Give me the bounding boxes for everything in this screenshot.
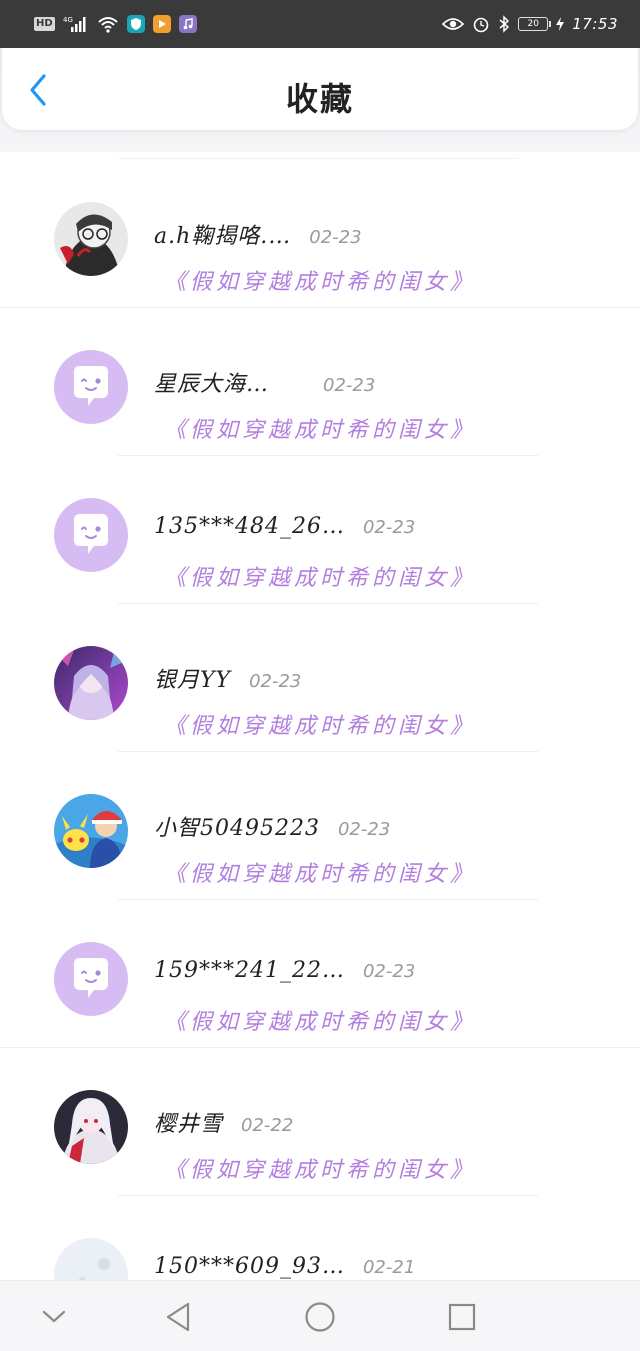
- chevron-down-icon: [42, 1310, 66, 1323]
- clock: 17:53: [572, 15, 618, 33]
- favorite-date: 02-21: [362, 1257, 416, 1278]
- hd-badge: HD: [34, 17, 55, 31]
- shield-app-icon: [126, 15, 145, 33]
- book-title-link[interactable]: 《假如穿越成时希的闺女》: [164, 856, 476, 888]
- hide-nav-button[interactable]: [32, 1295, 76, 1339]
- home-nav-button[interactable]: [298, 1295, 342, 1339]
- recents-square-icon: [448, 1303, 476, 1331]
- user-avatar[interactable]: [54, 646, 128, 720]
- status-bar: HD 4G 20 17:53: [0, 0, 640, 48]
- favorite-date: 02-23: [337, 819, 391, 840]
- user-avatar[interactable]: [54, 794, 128, 868]
- list-item[interactable]: 159***241_22… 02-23 《假如穿越成时希的闺女》: [0, 900, 640, 1048]
- battery-indicator: 20: [518, 17, 552, 31]
- alarm-icon: [472, 15, 490, 33]
- username: 135***484_26…: [154, 514, 345, 539]
- favorite-date: 02-22: [241, 1115, 294, 1136]
- favorite-date: 02-23: [362, 961, 416, 982]
- recents-nav-button[interactable]: [440, 1295, 484, 1339]
- default-chat-avatar-icon: [54, 942, 128, 1016]
- favorite-date: 02-23: [323, 375, 376, 396]
- wifi-icon: [97, 15, 119, 33]
- username: 小智50495223: [154, 816, 320, 841]
- list-item[interactable]: 150***609_93… 02-21: [0, 1196, 640, 1280]
- placeholder-image-icon: [54, 1238, 128, 1280]
- system-nav-bar: [0, 1280, 640, 1351]
- list-item[interactable]: 135***484_26… 02-23 《假如穿越成时希的闺女》: [0, 456, 640, 604]
- username: 150***609_93…: [154, 1254, 345, 1279]
- favorite-date: 02-23: [249, 671, 302, 692]
- book-title-link[interactable]: 《假如穿越成时希的闺女》: [164, 560, 476, 592]
- photo-avatar-image: [54, 794, 128, 868]
- favorites-list[interactable]: a.h鞠揭咯.… 02-23 《假如穿越成时希的闺女》 星辰大海… 02-23 …: [0, 152, 640, 1280]
- home-circle-icon: [305, 1302, 335, 1332]
- header-card: 收藏: [2, 48, 638, 130]
- video-app-icon: [152, 15, 171, 33]
- back-triangle-icon: [166, 1302, 190, 1332]
- photo-avatar-image: [54, 1090, 128, 1164]
- list-item[interactable]: 小智50495223 02-23 《假如穿越成时希的闺女》: [0, 752, 640, 900]
- user-avatar[interactable]: [54, 498, 128, 572]
- photo-avatar-image: [54, 202, 128, 276]
- list-item[interactable]: 银月YY 02-23 《假如穿越成时希的闺女》: [0, 604, 640, 752]
- network-label: 4G: [63, 16, 73, 24]
- list-item[interactable]: 星辰大海… 02-23 《假如穿越成时希的闺女》: [0, 308, 640, 456]
- favorite-date: 02-23: [362, 517, 416, 538]
- user-avatar[interactable]: [54, 202, 128, 276]
- username: a.h鞠揭咯.…: [154, 224, 292, 249]
- page-title: 收藏: [285, 80, 354, 118]
- signal-icon: 4G: [63, 15, 89, 33]
- username: 159***241_22…: [154, 958, 345, 983]
- book-title-link[interactable]: 《假如穿越成时希的闺女》: [164, 264, 476, 296]
- divider: [118, 158, 518, 159]
- charging-icon: [556, 17, 565, 31]
- username: 银月YY: [154, 668, 232, 693]
- list-item[interactable]: 樱井雪 02-22 《假如穿越成时希的闺女》: [0, 1048, 640, 1196]
- username: 星辰大海…: [154, 372, 270, 397]
- default-chat-avatar-icon: [54, 498, 128, 572]
- favorite-date: 02-23: [309, 227, 362, 248]
- eye-icon: [442, 16, 465, 32]
- book-title-link[interactable]: 《假如穿越成时希的闺女》: [164, 412, 476, 444]
- bluetooth-icon: [498, 15, 510, 33]
- back-nav-button[interactable]: [156, 1295, 200, 1339]
- user-avatar[interactable]: [54, 1238, 128, 1280]
- user-avatar[interactable]: [54, 1090, 128, 1164]
- photo-avatar-image: [54, 646, 128, 720]
- book-title-link[interactable]: 《假如穿越成时希的闺女》: [164, 1004, 476, 1036]
- user-avatar[interactable]: [54, 350, 128, 424]
- header: 收藏: [0, 48, 640, 152]
- username: 樱井雪: [154, 1112, 224, 1137]
- music-app-icon: [178, 15, 197, 33]
- user-avatar[interactable]: [54, 942, 128, 1016]
- book-title-link[interactable]: 《假如穿越成时希的闺女》: [164, 1152, 476, 1184]
- default-chat-avatar-icon: [54, 350, 128, 424]
- book-title-link[interactable]: 《假如穿越成时希的闺女》: [164, 708, 476, 740]
- list-item[interactable]: a.h鞠揭咯.… 02-23 《假如穿越成时希的闺女》: [0, 160, 640, 308]
